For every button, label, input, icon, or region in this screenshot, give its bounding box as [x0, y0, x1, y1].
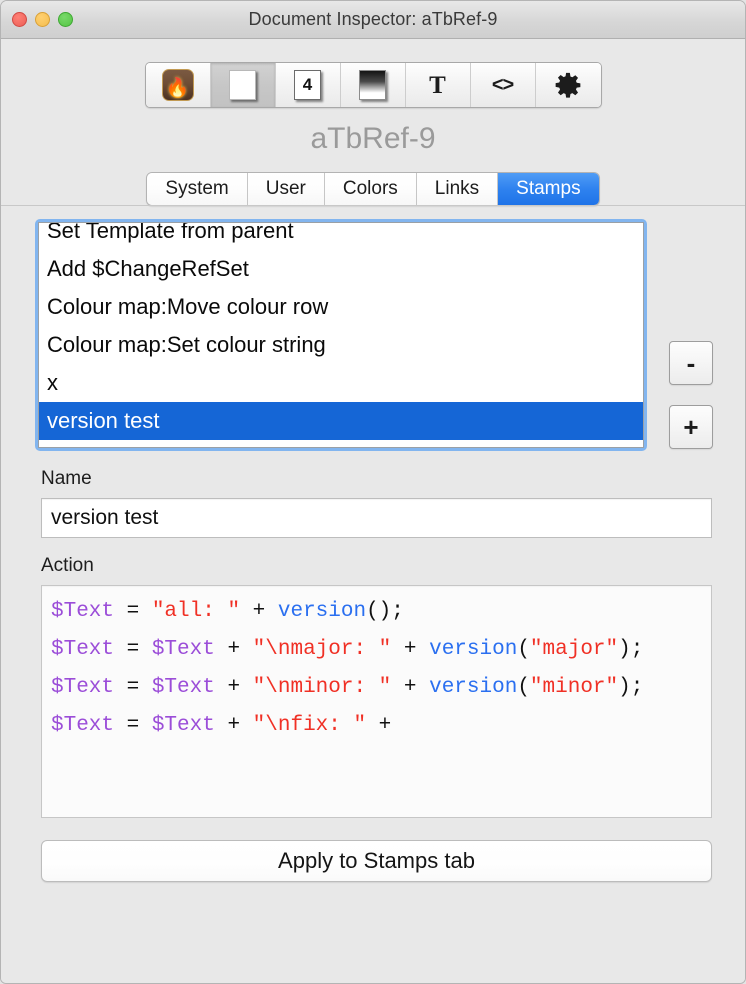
- list-item[interactable]: Colour map:Move colour row: [39, 288, 643, 326]
- stamps-panel: Set Template from parent Add $ChangeRefS…: [1, 206, 745, 983]
- name-label: Name: [41, 468, 745, 490]
- toolbar-segmented-control: 🔥 4 T <>: [145, 62, 602, 108]
- list-item[interactable]: Set Template from parent: [39, 222, 643, 250]
- toolbar-button-text[interactable]: T: [406, 63, 471, 107]
- code-token-plain: +: [215, 676, 253, 699]
- maximize-button-icon[interactable]: [58, 12, 73, 27]
- code-token-plain: (: [517, 638, 530, 661]
- tab-user[interactable]: User: [248, 173, 325, 205]
- code-token-str: "\nmajor: ": [253, 638, 392, 661]
- document-page-icon: [229, 70, 256, 100]
- code-token-fn: version: [429, 676, 517, 699]
- code-token-var: $Text: [51, 638, 114, 661]
- code-token-plain: ();: [366, 600, 404, 623]
- minimize-button-icon[interactable]: [35, 12, 50, 27]
- code-token-str: "\nminor: ": [253, 676, 392, 699]
- apply-to-stamps-tab-button[interactable]: Apply to Stamps tab: [41, 840, 712, 882]
- toolbar-button-appearance[interactable]: [341, 63, 406, 107]
- code-token-plain: (: [517, 676, 530, 699]
- toolbar-button-app-icon[interactable]: 🔥: [146, 63, 211, 107]
- list-item[interactable]: x: [39, 364, 643, 402]
- code-token-plain: +: [215, 714, 253, 737]
- code-token-plain: +: [391, 638, 429, 661]
- gear-icon: [554, 71, 582, 99]
- code-token-var: $Text: [51, 714, 114, 737]
- gradient-page-icon: [359, 70, 386, 100]
- code-token-str: "\nfix: ": [253, 714, 366, 737]
- angle-brackets-icon: <>: [492, 74, 513, 97]
- flame-icon: 🔥: [162, 69, 194, 101]
- stamp-list-scroll-content: Set Template from parent Add $ChangeRefS…: [39, 222, 643, 440]
- tab-colors[interactable]: Colors: [325, 173, 417, 205]
- toolbar-button-numbers[interactable]: 4: [276, 63, 341, 107]
- tab-stamps[interactable]: Stamps: [498, 173, 598, 205]
- text-t-icon: T: [429, 73, 446, 98]
- code-token-var: $Text: [51, 676, 114, 699]
- stamp-list-controls: - +: [669, 219, 713, 449]
- add-stamp-button[interactable]: +: [669, 405, 713, 449]
- inspector-toolbar: 🔥 4 T <>: [1, 39, 745, 108]
- stamp-listbox[interactable]: Set Template from parent Add $ChangeRefS…: [38, 222, 644, 448]
- tab-system[interactable]: System: [147, 173, 247, 205]
- action-label: Action: [41, 555, 745, 577]
- window-titlebar: Document Inspector: aTbRef-9: [1, 1, 745, 39]
- code-token-fn: version: [429, 638, 517, 661]
- document-inspector-window: Document Inspector: aTbRef-9 🔥 4 T: [0, 0, 746, 984]
- code-token-plain: );: [618, 638, 643, 661]
- list-item[interactable]: Colour map:Set colour string: [39, 326, 643, 364]
- code-token-fn: version: [278, 600, 366, 623]
- code-token-plain: +: [215, 638, 253, 661]
- code-token-plain: =: [114, 600, 152, 623]
- code-token-plain: +: [366, 714, 391, 737]
- code-token-plain: );: [618, 676, 643, 699]
- code-token-var: $Text: [152, 676, 215, 699]
- code-token-plain: =: [114, 714, 152, 737]
- stamp-list-row: Set Template from parent Add $ChangeRefS…: [1, 219, 745, 451]
- traffic-light-group: [12, 1, 73, 38]
- inspector-tabbar: System User Colors Links Stamps: [1, 172, 745, 206]
- toolbar-button-document[interactable]: [211, 63, 276, 107]
- toolbar-button-code[interactable]: <>: [471, 63, 536, 107]
- window-content: 🔥 4 T <>: [1, 39, 745, 983]
- code-token-var: $Text: [51, 600, 114, 623]
- code-token-plain: =: [114, 676, 152, 699]
- apply-button-wrap: Apply to Stamps tab: [41, 840, 712, 882]
- stamp-list-focus-ring: Set Template from parent Add $ChangeRefS…: [35, 219, 647, 451]
- close-button-icon[interactable]: [12, 12, 27, 27]
- code-token-var: $Text: [152, 638, 215, 661]
- name-input[interactable]: version test: [41, 498, 712, 538]
- list-item[interactable]: Add $ChangeRefSet: [39, 250, 643, 288]
- action-code-editor[interactable]: $Text = "all: " + version(); $Text = $Te…: [41, 585, 712, 818]
- code-token-var: $Text: [152, 714, 215, 737]
- code-token-plain: +: [391, 676, 429, 699]
- code-token-str: "major": [530, 638, 618, 661]
- code-token-plain: +: [240, 600, 278, 623]
- code-token-str: "minor": [530, 676, 618, 699]
- window-title: Document Inspector: aTbRef-9: [1, 9, 745, 30]
- tab-group: System User Colors Links Stamps: [146, 172, 599, 206]
- number-four-page-icon: 4: [294, 70, 321, 100]
- document-name-heading: aTbRef-9: [1, 122, 745, 156]
- list-item-selected[interactable]: version test: [39, 402, 643, 440]
- remove-stamp-button[interactable]: -: [669, 341, 713, 385]
- code-token-plain: =: [114, 638, 152, 661]
- code-token-str: "all: ": [152, 600, 240, 623]
- toolbar-button-settings[interactable]: [536, 63, 601, 107]
- tab-links[interactable]: Links: [417, 173, 498, 205]
